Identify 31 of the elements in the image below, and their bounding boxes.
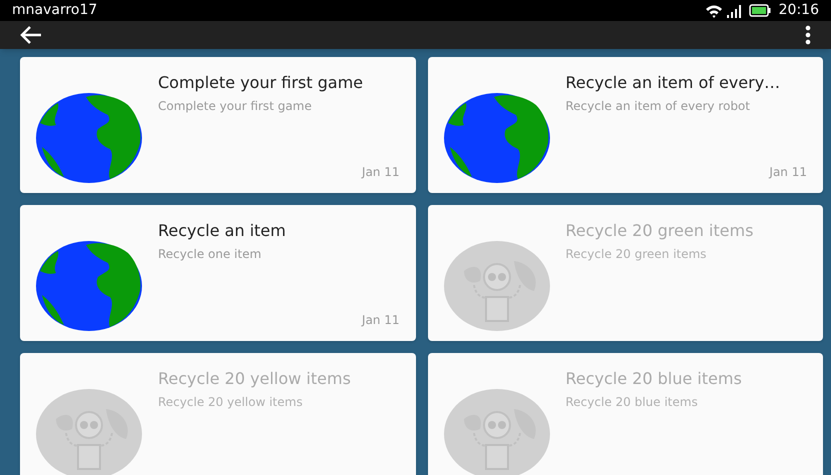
more-icon (805, 25, 811, 45)
back-arrow-icon (20, 25, 42, 45)
achievement-description: Recycle 20 blue items (566, 394, 699, 411)
signal-icon (726, 4, 741, 18)
achievement-date: Jan 11 (362, 312, 400, 329)
achievement-title: Recycle an item of every… (566, 73, 782, 93)
achievement-description: Recycle one item (158, 246, 262, 263)
achievement-title: Complete your first game (158, 73, 364, 93)
achievement-title: Recycle 20 yellow items (158, 369, 352, 389)
globe-icon (36, 241, 142, 331)
user-name: mnavarro17 (12, 1, 98, 20)
achievement-description: Recycle 20 yellow items (158, 394, 304, 411)
achievement-card[interactable]: Complete your first game Complete your first game Jan 11 (20, 57, 416, 193)
achievement-title: Recycle 20 green items (566, 221, 754, 241)
robot-icon (36, 389, 142, 475)
battery-icon (748, 4, 771, 17)
robot-icon (444, 389, 550, 475)
clock: 20:16 (778, 1, 819, 20)
robot-icon (444, 241, 550, 331)
achievement-date: Jan 11 (362, 164, 400, 181)
globe-icon (36, 93, 142, 183)
achievement-card[interactable]: Recycle an item Recycle one item Jan 11 (20, 205, 416, 341)
achievement-title: Recycle an item (158, 221, 287, 241)
achievement-description: Recycle an item of every robot (566, 98, 751, 115)
globe-icon (444, 93, 550, 183)
achievement-description: Complete your first game (158, 98, 313, 115)
wifi-icon (704, 4, 723, 18)
achievement-card[interactable]: Recycle an item of every… Recycle an item of every robot Jan 11 (428, 57, 823, 193)
achievement-title: Recycle 20 blue items (566, 369, 743, 389)
achievement-description: Recycle 20 green items (566, 246, 708, 263)
achievement-date: Jan 11 (769, 164, 807, 181)
